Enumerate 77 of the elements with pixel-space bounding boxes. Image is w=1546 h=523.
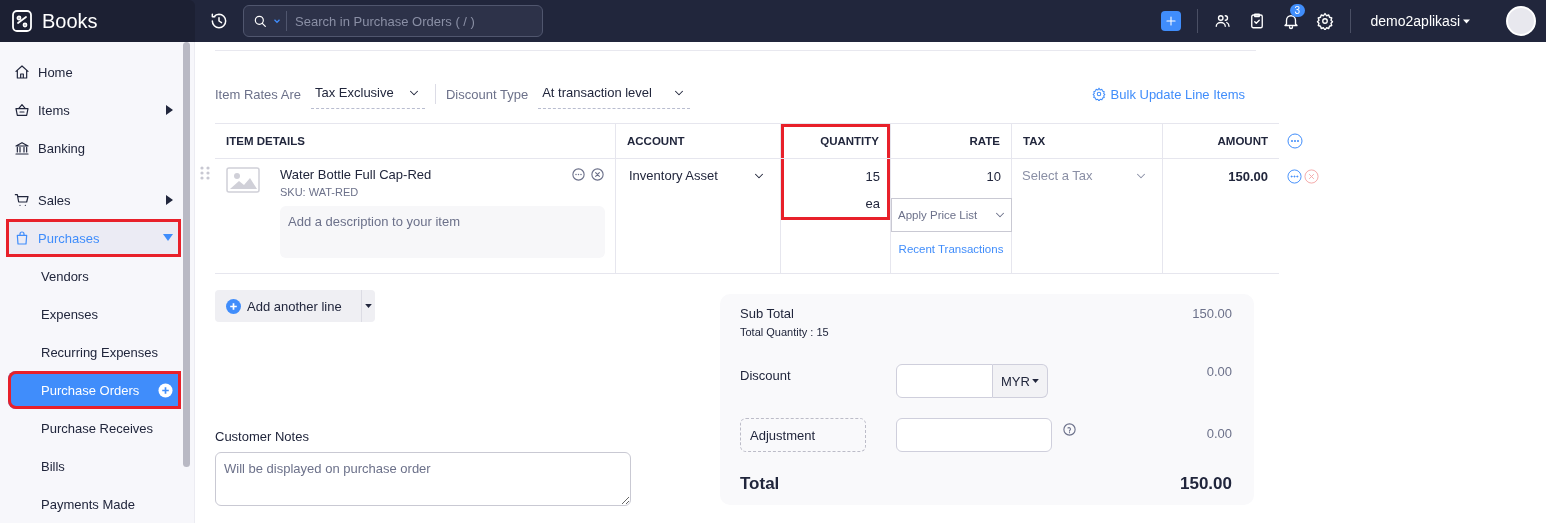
total-label: Sub Total xyxy=(740,306,794,321)
adjustment-field[interactable] xyxy=(896,418,1052,452)
search-icon xyxy=(252,13,268,29)
remove-icon[interactable] xyxy=(1304,169,1319,184)
total-value: 150.00 xyxy=(1192,306,1232,321)
nav-item[interactable]: Sales xyxy=(6,181,181,219)
nav-subitem[interactable]: Vendors xyxy=(8,257,181,295)
logo-icon xyxy=(10,9,34,33)
history-icon xyxy=(209,11,229,31)
drag-handle-icon[interactable] xyxy=(200,165,210,181)
users-icon xyxy=(1213,12,1232,30)
nav-subitem[interactable]: Purchase Receives xyxy=(8,409,181,447)
more-options-icon xyxy=(571,167,586,182)
nav-item[interactable]: Items xyxy=(6,91,181,129)
total-value: 0.00 xyxy=(1206,364,1232,379)
nav-item[interactable]: Banking xyxy=(6,129,181,167)
column-header: ACCOUNT xyxy=(616,123,781,159)
discount-type-dropdown[interactable]: At transaction level xyxy=(538,79,691,109)
description-field[interactable]: Add a description to your item xyxy=(280,206,605,258)
column-header: ITEM DETAILS xyxy=(215,123,616,159)
account-dropdown[interactable]: Inventory Asset xyxy=(616,159,780,183)
discount-field[interactable] xyxy=(896,364,993,398)
caret-down-icon[interactable] xyxy=(365,304,372,308)
shopping-bag-icon xyxy=(14,230,30,246)
field-label: Item Rates Are xyxy=(215,86,301,102)
column-header: QUANTITY xyxy=(781,123,891,159)
total-value: 150.00 xyxy=(1180,474,1232,494)
image-placeholder-icon xyxy=(226,167,260,193)
unit-label: ea xyxy=(865,196,880,211)
more-options-icon[interactable] xyxy=(1287,169,1302,184)
item-sku: SKU: WAT-RED xyxy=(280,186,360,198)
basket-icon xyxy=(14,102,30,118)
nav-subitem[interactable]: Expenses xyxy=(8,295,181,333)
new-button[interactable] xyxy=(1160,11,1181,31)
bell-icon xyxy=(1281,12,1300,30)
adjustment-label-field[interactable]: Adjustment xyxy=(740,418,866,452)
total-value: 0.00 xyxy=(1206,426,1232,441)
customer-notes-field[interactable]: Will be displayed on purchase order xyxy=(215,452,631,506)
caret-down-icon xyxy=(1031,379,1039,383)
more-options-icon[interactable] xyxy=(1287,133,1303,149)
nav-subitem[interactable]: Bills xyxy=(8,447,181,485)
notification-badge: 3 xyxy=(1289,4,1306,17)
plus-icon xyxy=(1163,14,1178,28)
price-list-dropdown[interactable]: Apply Price List xyxy=(891,198,1012,232)
add-line-button[interactable]: Add another line xyxy=(215,290,375,322)
field-label: Discount Type xyxy=(446,86,529,102)
amount-value: 150.00 xyxy=(1227,168,1269,184)
settings-icon xyxy=(1315,12,1334,30)
item-name[interactable]: Water Bottle Full Cap-Red xyxy=(280,167,432,182)
nav-subitem[interactable]: Payments Made xyxy=(8,485,181,523)
total-label: Total xyxy=(740,474,780,494)
caret-down-icon xyxy=(1463,18,1470,24)
scrollbar-thumb[interactable] xyxy=(183,42,190,467)
item-rates-dropdown[interactable]: Tax Exclusive xyxy=(311,79,425,109)
total-quantity: Total Quantity : 15 xyxy=(740,326,830,338)
avatar[interactable] xyxy=(1506,6,1536,36)
plus-circle-icon[interactable] xyxy=(158,382,173,398)
bank-icon xyxy=(14,140,30,156)
currency-dropdown[interactable]: MYR xyxy=(993,364,1048,398)
total-label: Discount xyxy=(740,368,792,383)
rate-value[interactable]: 10 xyxy=(986,159,1011,198)
remove-icon xyxy=(590,167,605,182)
field-label: Customer Notes xyxy=(215,429,310,444)
nav-item[interactable]: Home xyxy=(6,53,181,91)
home-icon xyxy=(14,64,30,80)
brand-name: Books xyxy=(42,9,98,33)
search-field[interactable]: Search in Purchase Orders ( / ) xyxy=(243,5,543,37)
nav-subitem[interactable]: Recurring Expenses xyxy=(8,333,181,371)
column-header: RATE xyxy=(891,123,1012,159)
user-menu[interactable]: demo2aplikasi xyxy=(1370,13,1470,29)
help-icon xyxy=(1062,422,1077,437)
column-header: AMOUNT xyxy=(1163,123,1279,159)
plus-circle-icon xyxy=(226,298,241,314)
column-header: TAX xyxy=(1012,123,1163,159)
cart-icon xyxy=(14,192,30,208)
gear-icon xyxy=(1091,87,1106,101)
quantity-value[interactable]: 15 xyxy=(865,169,880,184)
